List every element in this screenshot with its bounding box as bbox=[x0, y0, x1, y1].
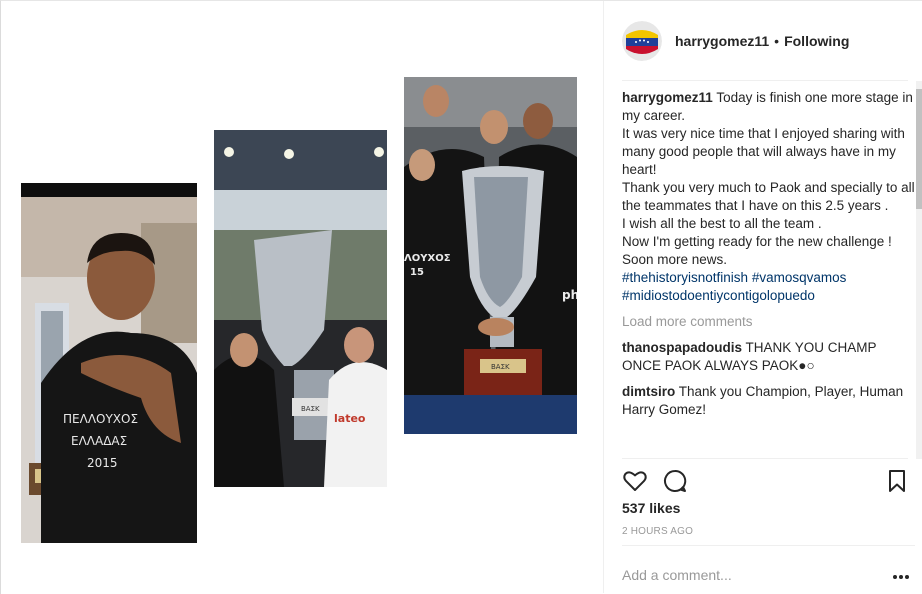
action-bar bbox=[622, 458, 908, 496]
likes-count[interactable]: 537 likes bbox=[622, 500, 680, 516]
sponsor-text: lateo bbox=[334, 412, 366, 425]
jersey-number: 15 bbox=[410, 267, 424, 278]
add-comment-input[interactable] bbox=[622, 559, 872, 591]
ellipsis-icon[interactable] bbox=[892, 574, 910, 580]
comments-scrollbar[interactable] bbox=[916, 81, 922, 459]
following-button[interactable]: Following bbox=[784, 33, 849, 49]
caption-hashtags[interactable]: #thehistoryisnotfinish #vamosqvamos #mid… bbox=[622, 269, 915, 305]
header-username[interactable]: harrygomez11 bbox=[675, 33, 769, 49]
post-media[interactable]: ΠΕΛΛΟΥΧΟΣ ΕΛΛΑΔΑΣ 2015 ΒΑΣΚ lateo ΒΑΣΚ Λ… bbox=[1, 1, 604, 593]
caption-line-4: I wish all the best to all the team . bbox=[622, 216, 822, 231]
add-comment-bar bbox=[622, 545, 915, 593]
trophy-plate-text-right: ΒΑΣΚ bbox=[491, 363, 510, 371]
caption-line-2: It was very nice time that I enjoyed sha… bbox=[622, 126, 905, 177]
post-header: harrygomez11 • Following bbox=[622, 1, 908, 81]
speech-bubble-icon[interactable] bbox=[662, 468, 688, 494]
post-timestamp[interactable]: 2 HOURS AGO bbox=[622, 526, 693, 537]
photo-arena-celebration: ΒΑΣΚ lateo bbox=[214, 130, 387, 487]
comment-username[interactable]: thanospapadoudis bbox=[622, 340, 742, 355]
comment-item: dimtsiro Thank you Champion, Player, Hum… bbox=[622, 383, 915, 419]
header-separator: • bbox=[774, 32, 780, 49]
caption: harrygomez11 Today is finish one more st… bbox=[622, 89, 915, 305]
banner-text: ph bbox=[562, 288, 577, 302]
photo-team-trophy: ΒΑΣΚ ΛΟΥΧΟΣ 15 ph bbox=[404, 77, 577, 434]
venezuela-flag-badge-icon[interactable] bbox=[622, 20, 662, 61]
comment-username[interactable]: dimtsiro bbox=[622, 384, 675, 399]
caption-line-5: Now I'm getting ready for the new challe… bbox=[622, 234, 892, 249]
shirt-text-1: ΠΕΛΛΟΥΧΟΣ bbox=[63, 412, 138, 426]
photo-player-trophy: ΠΕΛΛΟΥΧΟΣ ΕΛΛΑΔΑΣ 2015 bbox=[21, 183, 197, 543]
caption-line-3: Thank you very much to Paok and speciall… bbox=[622, 180, 915, 213]
post-side-panel: harrygomez11 • Following harrygomez11 To… bbox=[605, 1, 922, 593]
comment-item: thanospapadoudis THANK YOU CHAMP ONCE PA… bbox=[622, 339, 915, 375]
scrollbar-thumb[interactable] bbox=[916, 89, 922, 209]
comments-list[interactable]: harrygomez11 Today is finish one more st… bbox=[622, 89, 915, 458]
shirt-text-3: 2015 bbox=[87, 456, 118, 470]
load-more-comments-button[interactable]: Load more comments bbox=[622, 313, 915, 331]
jersey-text: ΛΟΥΧΟΣ bbox=[404, 253, 451, 264]
trophy-plate-text-left: ΒΑΣΚ bbox=[301, 405, 320, 413]
caption-line-6: Soon more news. bbox=[622, 252, 728, 267]
heart-icon[interactable] bbox=[622, 468, 648, 494]
shirt-text-2: ΕΛΛΑΔΑΣ bbox=[71, 434, 127, 448]
bookmark-icon[interactable] bbox=[884, 468, 910, 494]
caption-username[interactable]: harrygomez11 bbox=[622, 90, 713, 105]
